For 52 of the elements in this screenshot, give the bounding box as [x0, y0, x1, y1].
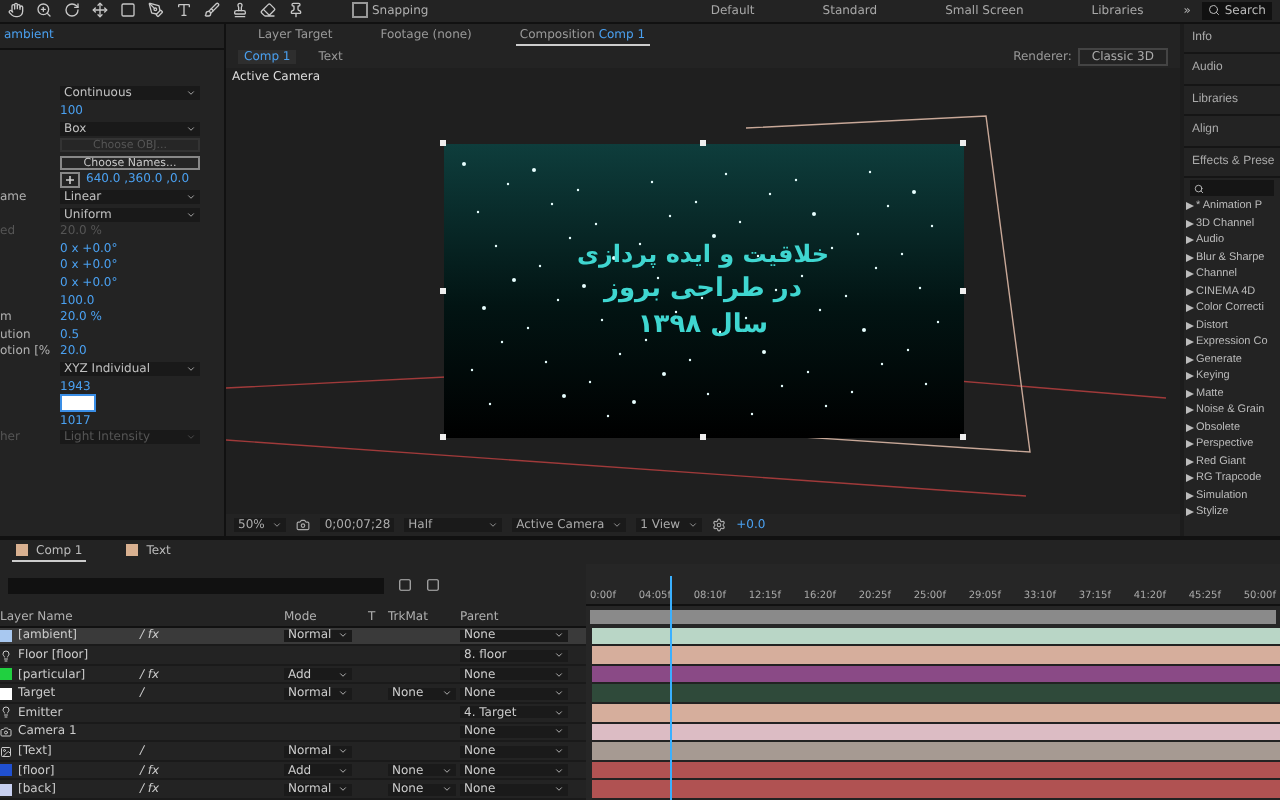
crosshair-icon[interactable]	[60, 171, 80, 188]
square-icon[interactable]	[426, 578, 440, 593]
chevron-down-icon	[442, 688, 452, 699]
selection-handle[interactable]	[440, 434, 446, 441]
camera-icon[interactable]	[296, 517, 311, 532]
brush-icon[interactable]	[204, 2, 220, 19]
selection-handle[interactable]	[960, 287, 966, 294]
selection-handle[interactable]	[960, 140, 966, 147]
zoom-icon[interactable]	[36, 2, 52, 19]
move-icon[interactable]	[92, 2, 108, 19]
hand-icon[interactable]	[8, 2, 24, 19]
chevron-down-icon	[272, 519, 283, 530]
chevron-down-icon	[186, 432, 196, 443]
effects-search-field[interactable]	[1190, 180, 1274, 197]
composition-text: خلاقیت و ایده پردازی	[577, 240, 829, 269]
layer-bar[interactable]	[592, 627, 1280, 647]
chevron-down-icon	[186, 123, 196, 134]
snapping-checkbox[interactable]	[352, 2, 368, 19]
composition-text: سال ۱۳۹۸	[637, 310, 769, 341]
layer-bar[interactable]	[592, 742, 1280, 762]
type-icon[interactable]	[176, 2, 192, 19]
image-icon	[0, 745, 12, 758]
layer-bar[interactable]	[592, 704, 1280, 724]
selection-handle[interactable]	[700, 434, 706, 441]
chevron-down-icon	[338, 630, 348, 641]
search-icon	[1208, 4, 1221, 17]
settings-icon[interactable]	[712, 517, 727, 532]
selection-handle[interactable]	[960, 434, 966, 441]
stamp-icon[interactable]	[232, 2, 248, 19]
chevron-down-icon	[688, 519, 699, 530]
selection-handle[interactable]	[700, 140, 706, 147]
pen-icon[interactable]	[148, 2, 164, 19]
eraser-icon[interactable]	[260, 2, 276, 19]
search-icon	[1194, 183, 1204, 194]
layer-bar[interactable]	[592, 684, 1280, 705]
chevron-down-icon	[488, 519, 499, 530]
selection-handle[interactable]	[440, 140, 446, 147]
input-field[interactable]	[60, 394, 96, 413]
light-icon	[0, 706, 12, 719]
rectangle-icon[interactable]	[120, 2, 136, 19]
chevron-down-icon	[186, 88, 196, 99]
chevron-down-icon	[612, 519, 623, 530]
light-icon	[0, 649, 12, 662]
layer-bar[interactable]	[592, 646, 1280, 666]
pin-icon[interactable]	[288, 2, 304, 19]
rotate-icon[interactable]	[64, 2, 80, 19]
square-icon[interactable]	[398, 578, 412, 593]
chevron-down-icon	[186, 363, 196, 374]
composition-text: در طراحی بروز	[603, 274, 803, 305]
work-area-bar[interactable]	[590, 609, 1276, 624]
selection-handle[interactable]	[440, 287, 446, 294]
camera-icon	[0, 725, 12, 738]
